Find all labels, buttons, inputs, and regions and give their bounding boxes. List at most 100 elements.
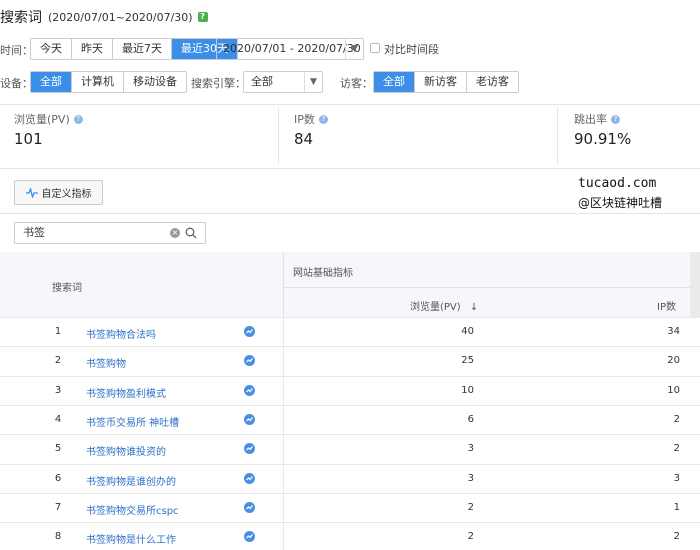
metric-bounce-value: 90.91% [574,130,632,148]
trend-icon[interactable] [244,326,255,337]
metric-pv-label-text: 浏览量(PV) [14,113,70,126]
clear-icon[interactable]: × [170,228,180,238]
metric-ip-label: IP数 ? [294,111,328,127]
table-row: 8 书签购物是什么工作 2 2 [0,522,700,550]
page-header: 搜索词 (2020/07/01~2020/07/30) ? [0,8,208,26]
visitor-option-returning[interactable]: 老访客 [467,72,518,92]
keyword-link[interactable]: 书签购物是什么工作 [86,531,176,546]
trend-icon[interactable] [244,531,255,543]
column-header-pv-label: 浏览量(PV) [410,302,461,313]
watermark-site: tucaod.com [578,176,657,191]
divider [0,104,700,105]
divider [0,213,700,214]
keyword-search-input[interactable]: 书签 × [14,222,206,244]
row-rank: 3 [54,384,62,396]
keyword-link[interactable]: 书签购物合法吗 [86,326,156,341]
divider [0,168,700,169]
row-rank: 5 [54,443,62,455]
column-divider [283,317,284,550]
header-divider [284,287,690,288]
column-header-ip[interactable]: IP数 [657,298,676,313]
page-title: 搜索词 [0,10,42,26]
device-option-computer[interactable]: 计算机 [72,72,124,92]
page-date-range: (2020/07/01~2020/07/30) [48,10,193,24]
keyword-link[interactable]: 书签购物盈利模式 [86,385,166,400]
device-filter-group: 全部 计算机 移动设备 [30,71,187,93]
trend-icon[interactable] [244,501,255,513]
header-divider [283,252,284,317]
keyword-search-value: 书签 [23,226,45,239]
row-pv-value: 2 [467,501,474,513]
date-range-value: 2020/07/01 - 2020/07/30 [223,42,361,55]
row-ip-value: 3 [673,472,680,484]
metric-bounce-label: 跳出率 ? [574,111,620,127]
table-row: 5 书签购物谁投资的 3 2 [0,434,700,463]
time-option-yesterday[interactable]: 昨天 [72,39,113,59]
table-row: 6 书签购物是谁创办的 3 3 [0,463,700,493]
time-option-last-7-days[interactable]: 最近7天 [113,39,172,59]
keyword-link[interactable]: 书签购物是谁创办的 [86,473,176,488]
row-ip-value: 20 [667,355,680,367]
metric-divider [278,108,279,164]
table-row: 3 书签购物盈利模式 10 10 [0,375,700,405]
search-engine-value: 全部 [251,75,273,88]
table-row: 1 书签购物合法吗 40 34 [0,317,700,346]
help-icon[interactable]: ? [197,12,208,22]
row-rank: 7 [54,501,62,513]
row-pv-value: 10 [461,384,474,396]
device-filter-label: 设备： [0,77,33,90]
time-option-today[interactable]: 今天 [31,39,72,59]
column-header-pv[interactable]: 浏览量(PV) ↓ [410,298,478,313]
keyword-link[interactable]: 书签币交易所 神吐槽 [86,414,179,429]
row-rank: 6 [54,472,62,484]
keyword-link[interactable]: 书签购物交易所cspc [86,502,179,517]
visitor-option-new[interactable]: 新访客 [415,72,467,92]
help-icon[interactable]: ? [611,114,620,124]
metric-pv-label: 浏览量(PV) ? [14,111,83,127]
sort-down-icon[interactable]: ↓ [470,302,478,313]
metric-bounce-label-text: 跳出率 [574,113,607,126]
table-scrollbar[interactable] [690,252,700,317]
custom-metrics-label: 自定义指标 [41,189,92,200]
visitor-option-all[interactable]: 全部 [374,72,415,92]
trend-icon[interactable] [244,443,255,455]
row-ip-value: 34 [667,326,680,337]
search-engine-label: 搜索引擎： [191,77,246,90]
search-icon[interactable] [185,227,197,239]
row-pv-value: 2 [467,531,474,543]
row-rank: 2 [54,355,62,367]
help-icon[interactable]: ? [73,114,83,124]
row-pv-value: 40 [461,326,474,337]
search-engine-select[interactable]: 全部 ▼ [243,71,323,93]
time-filter-label: 时间： [0,44,33,57]
chevron-down-icon[interactable]: ▼ [345,39,363,59]
trend-icon[interactable] [244,384,255,396]
table-row: 4 书签币交易所 神吐槽 6 2 [0,404,700,434]
watermark-author: @区块链神吐槽 [578,196,663,210]
metric-ip-label-text: IP数 [294,113,315,126]
trend-icon[interactable] [244,472,255,484]
compare-period-checkbox[interactable] [370,43,380,53]
compare-period-label[interactable]: 对比时间段 [384,41,439,57]
visitor-filter-group: 全部 新访客 老访客 [373,71,519,93]
row-pv-value: 6 [467,413,474,425]
help-icon[interactable]: ? [318,114,328,124]
time-filter-group: 今天 昨天 最近7天 最近30天 [30,38,238,60]
keyword-link[interactable]: 书签购物 [86,355,126,370]
metric-pv-value: 101 [14,130,43,148]
row-ip-value: 2 [673,413,680,425]
row-ip-value: 10 [667,384,680,396]
trend-icon[interactable] [244,413,255,425]
date-range-picker[interactable]: 2020/07/01 - 2020/07/30 ▼ [216,38,364,60]
trend-icon[interactable] [244,355,255,367]
column-header-keyword[interactable]: 搜索词 [52,279,82,294]
row-ip-value: 2 [673,531,680,543]
row-ip-value: 1 [673,501,680,513]
device-option-all[interactable]: 全部 [31,72,72,92]
custom-metrics-button[interactable]: 自定义指标 [14,180,103,205]
table-header: 搜索词 网站基础指标 浏览量(PV) ↓ IP数 [0,252,700,317]
keyword-link[interactable]: 书签购物谁投资的 [86,443,166,458]
chevron-down-icon[interactable]: ▼ [304,72,322,92]
row-rank: 8 [54,531,62,543]
device-option-mobile[interactable]: 移动设备 [124,72,186,92]
